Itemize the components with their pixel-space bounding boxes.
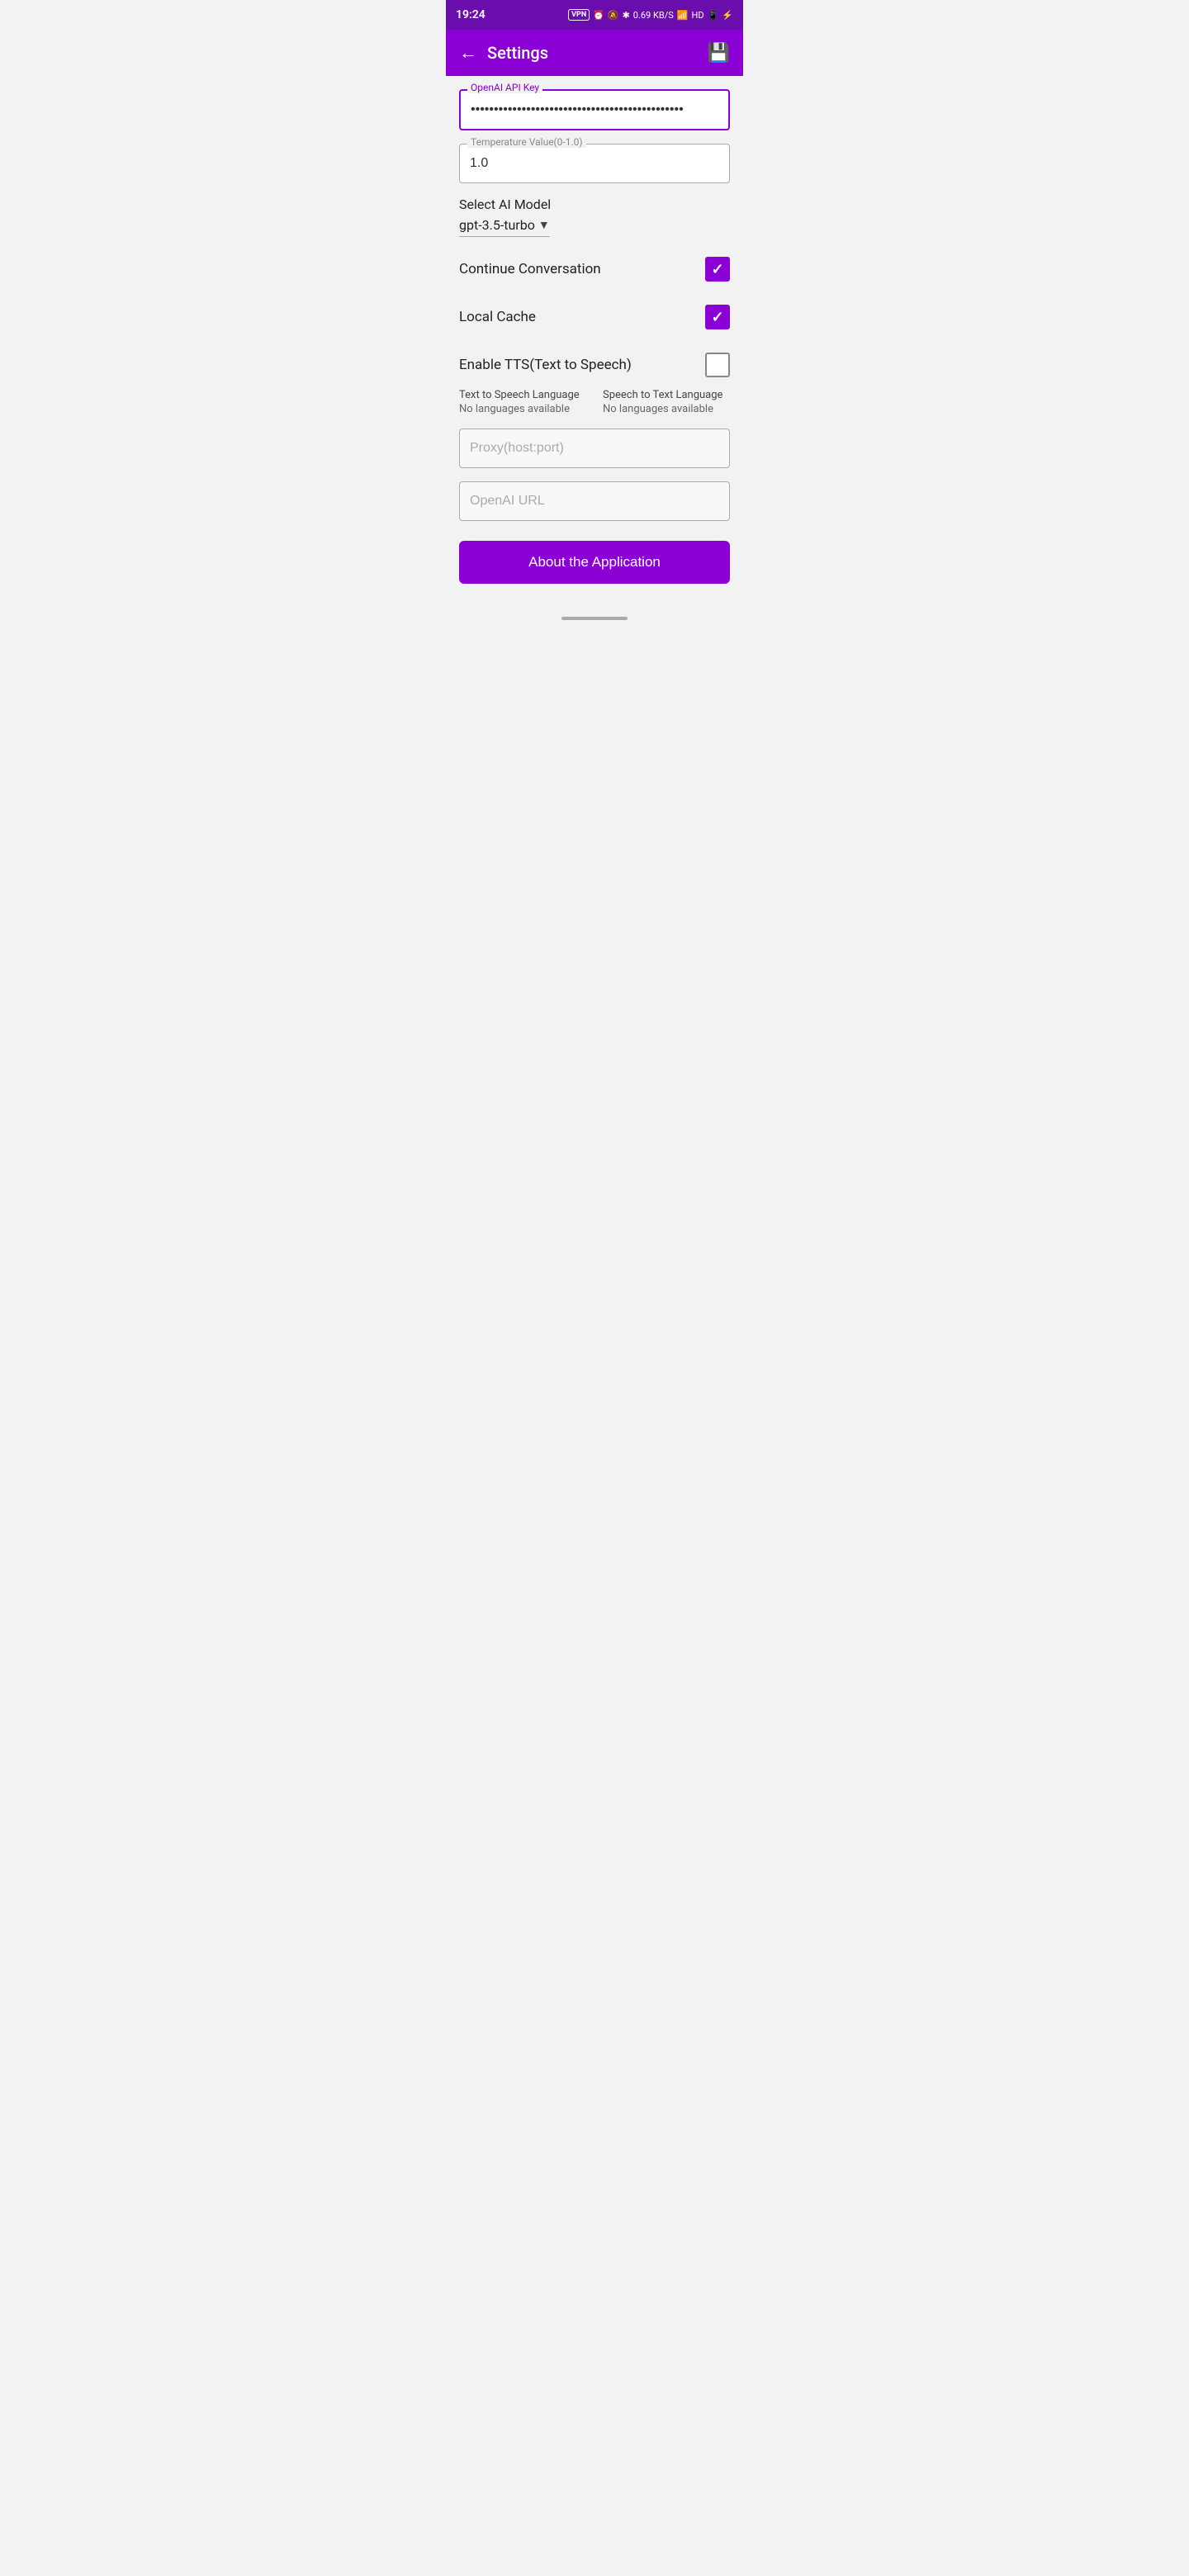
model-dropdown[interactable]: gpt-3.5-turbo ▼ bbox=[459, 217, 550, 237]
save-button[interactable]: 💾 bbox=[708, 43, 730, 64]
enable-tts-row: Enable TTS(Text to Speech) bbox=[459, 349, 730, 381]
openai-url-container bbox=[459, 481, 730, 521]
continue-conversation-row: Continue Conversation ✓ bbox=[459, 253, 730, 285]
tts-language-title: Text to Speech Language bbox=[459, 389, 586, 401]
enable-tts-label: Enable TTS(Text to Speech) bbox=[459, 357, 632, 373]
settings-content: OpenAI API Key Temperature Value(0-1.0) … bbox=[446, 76, 743, 610]
bottom-indicator bbox=[561, 617, 628, 620]
checkmark-icon: ✓ bbox=[711, 309, 723, 326]
local-cache-label: Local Cache bbox=[459, 309, 536, 325]
openai-url-input[interactable] bbox=[459, 481, 730, 521]
select-model-section: Select AI Model gpt-3.5-turbo ▼ bbox=[459, 197, 730, 237]
checkmark-icon: ✓ bbox=[711, 261, 723, 278]
continue-conversation-checkbox[interactable]: ✓ bbox=[705, 257, 730, 282]
status-icons: VPN ⏰ 🔕 ✱ 0.69 KB/S 📶 HD 📱 ⚡ bbox=[568, 9, 733, 21]
app-bar-title: Settings bbox=[487, 43, 548, 63]
continue-conversation-label: Continue Conversation bbox=[459, 261, 601, 277]
signal-icon: 📱 bbox=[708, 10, 719, 21]
battery-icon: ⚡ bbox=[722, 10, 733, 21]
alarm-icon: ⏰ bbox=[593, 10, 604, 21]
back-button[interactable]: ← bbox=[459, 42, 477, 64]
stt-language-col: Speech to Text Language No languages ava… bbox=[603, 389, 730, 415]
proxy-container bbox=[459, 429, 730, 468]
tts-language-value: No languages available bbox=[459, 403, 586, 415]
temperature-container: Temperature Value(0-1.0) bbox=[459, 144, 730, 183]
temperature-label: Temperature Value(0-1.0) bbox=[467, 136, 586, 148]
mute-icon: 🔕 bbox=[608, 10, 619, 21]
bluetooth-icon: ✱ bbox=[623, 10, 630, 21]
select-model-label: Select AI Model bbox=[459, 197, 730, 212]
temperature-input[interactable] bbox=[459, 144, 730, 183]
local-cache-checkbox[interactable]: ✓ bbox=[705, 305, 730, 329]
about-button[interactable]: About the Application bbox=[459, 541, 730, 584]
stt-language-title: Speech to Text Language bbox=[603, 389, 730, 401]
api-key-input[interactable] bbox=[459, 89, 730, 130]
app-bar-left: ← Settings bbox=[459, 42, 548, 64]
status-bar: 19:24 VPN ⏰ 🔕 ✱ 0.69 KB/S 📶 HD 📱 ⚡ bbox=[446, 0, 743, 30]
api-key-container: OpenAI API Key bbox=[459, 89, 730, 130]
status-time: 19:24 bbox=[456, 8, 486, 21]
tts-language-col: Text to Speech Language No languages ava… bbox=[459, 389, 586, 415]
language-row: Text to Speech Language No languages ava… bbox=[459, 389, 730, 415]
wifi-icon: 📶 bbox=[677, 10, 689, 21]
hd-icon: HD bbox=[692, 10, 704, 21]
vpn-icon: VPN bbox=[568, 9, 590, 21]
app-bar: ← Settings 💾 bbox=[446, 30, 743, 76]
dropdown-arrow-icon: ▼ bbox=[538, 218, 550, 232]
model-value: gpt-3.5-turbo bbox=[459, 217, 535, 233]
api-key-label: OpenAI API Key bbox=[467, 82, 542, 93]
proxy-input[interactable] bbox=[459, 429, 730, 468]
network-speed: 0.69 KB/S bbox=[633, 10, 674, 21]
stt-language-value: No languages available bbox=[603, 403, 730, 415]
local-cache-row: Local Cache ✓ bbox=[459, 301, 730, 333]
bottom-bar bbox=[446, 610, 743, 630]
enable-tts-checkbox[interactable] bbox=[705, 353, 730, 377]
